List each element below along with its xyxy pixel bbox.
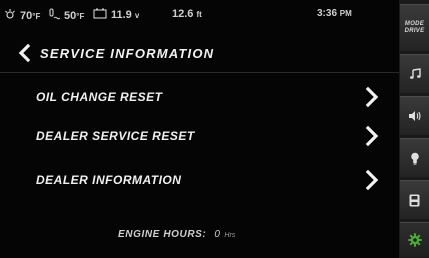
- volume-button[interactable]: [400, 96, 429, 135]
- menu-item-label: DEALER SERVICE RESET: [36, 129, 195, 143]
- clock: 3:36 PM: [317, 8, 352, 19]
- depth-value: 12.6: [172, 8, 194, 20]
- engine-hours-unit: Hrs: [224, 232, 236, 239]
- light-bulb-icon: [410, 152, 420, 165]
- battery-value: 11.9: [111, 9, 132, 21]
- engine-hours-label: ENGINE HOURS:: [118, 229, 207, 240]
- right-sidebar: MODE DRIVE: [399, 0, 429, 258]
- page-header: SERVICE INFORMATION: [18, 38, 214, 68]
- chevron-right-icon: [365, 169, 379, 191]
- engine-hours-value: 0: [214, 229, 220, 240]
- chevron-right-icon: [365, 125, 379, 147]
- engine-hours-readout: ENGINE HOURS: 0 Hrs: [118, 224, 235, 242]
- outside-temp-unit: °F: [32, 11, 41, 21]
- outside-temp-readout: 70°F: [4, 8, 40, 23]
- mode-drive-button[interactable]: MODE DRIVE: [400, 4, 429, 51]
- clock-time: 3:36: [317, 8, 338, 19]
- sun-thermometer-icon: [4, 8, 16, 23]
- save-button[interactable]: [400, 180, 429, 219]
- water-temp-value: 50: [64, 9, 77, 22]
- speaker-icon: [408, 110, 421, 122]
- battery-readout: 11.9 v: [93, 8, 139, 22]
- gear-icon: [407, 233, 422, 247]
- oil-change-reset-item[interactable]: OIL CHANGE RESET: [0, 81, 399, 115]
- dealer-service-reset-item[interactable]: DEALER SERVICE RESET: [0, 120, 399, 154]
- water-temp-readout: 50°F: [48, 8, 84, 23]
- save-icon: [409, 194, 420, 207]
- depth-unit: ft: [196, 10, 202, 19]
- lights-button[interactable]: [400, 138, 429, 177]
- battery-icon: [93, 8, 107, 22]
- water-temp-icon: [48, 8, 61, 23]
- music-button[interactable]: [400, 54, 429, 93]
- service-information-screen: 70°F 50°F 11.9 v 12.6 ft 3:36 PM SERVICE…: [0, 0, 429, 258]
- chevron-right-icon: [365, 86, 379, 108]
- dealer-information-item[interactable]: DEALER INFORMATION: [0, 164, 399, 198]
- drive-label: DRIVE: [404, 28, 425, 34]
- page-title: SERVICE INFORMATION: [40, 45, 215, 61]
- depth-readout: 12.6 ft: [172, 8, 202, 20]
- menu-item-label: DEALER INFORMATION: [36, 173, 182, 187]
- status-bar: 70°F 50°F 11.9 v 12.6 ft 3:36 PM: [0, 0, 399, 30]
- mode-label: MODE: [404, 21, 425, 27]
- outside-temp-value: 70: [20, 9, 33, 22]
- back-chevron-icon[interactable]: [18, 44, 30, 62]
- menu-item-label: OIL CHANGE RESET: [36, 90, 163, 104]
- water-temp-unit: °F: [76, 11, 85, 21]
- battery-unit: v: [134, 11, 140, 20]
- settings-button[interactable]: [400, 222, 429, 257]
- header-divider: [0, 72, 399, 73]
- clock-suffix: PM: [339, 9, 352, 18]
- music-note-icon: [409, 68, 421, 80]
